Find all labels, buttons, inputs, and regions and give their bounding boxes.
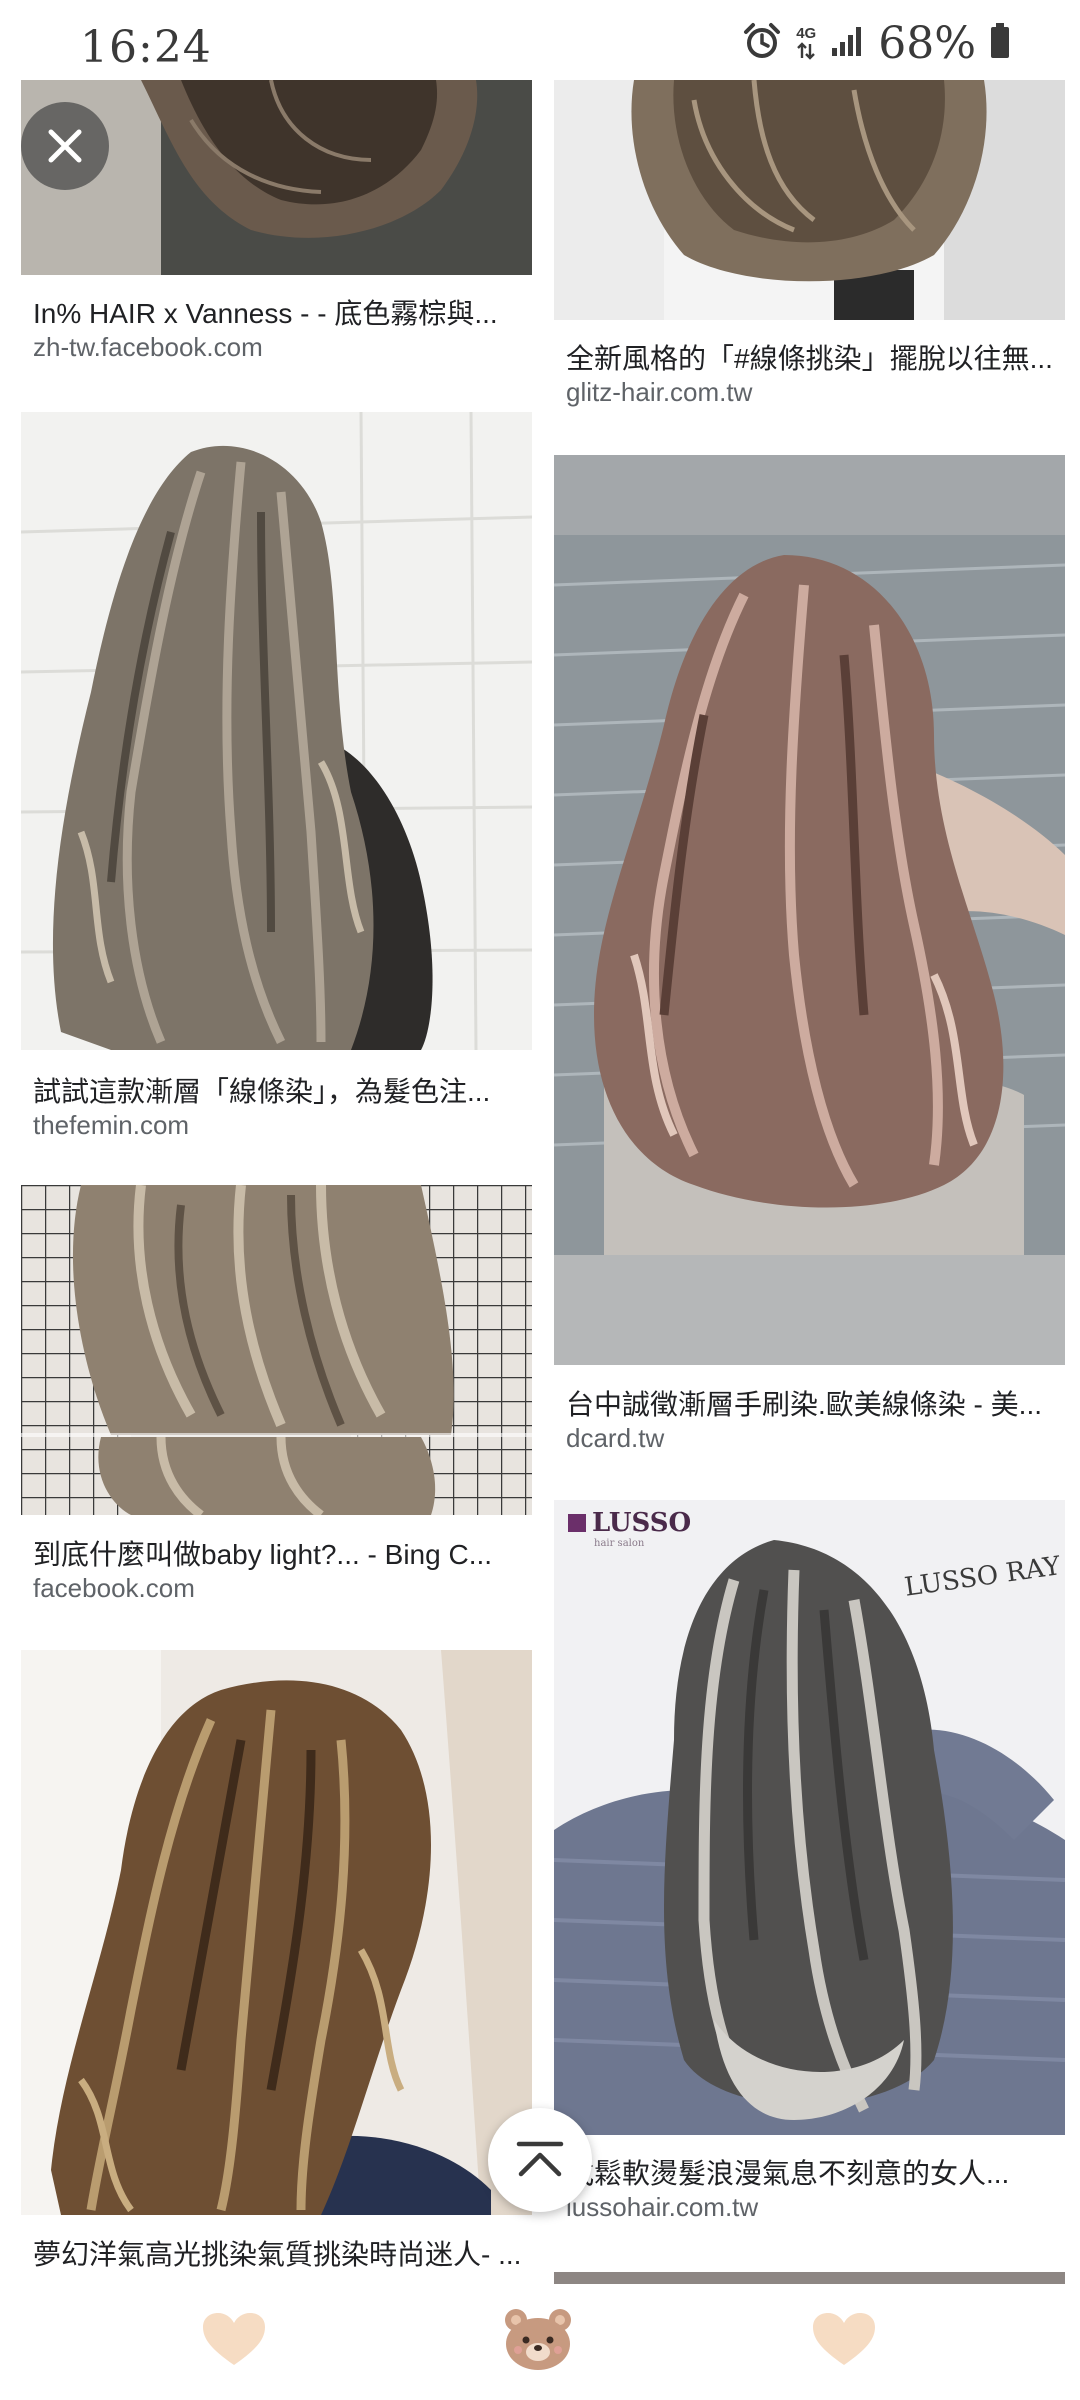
result-source: zh-tw.facebook.com [33, 332, 263, 362]
result-image[interactable] [554, 80, 1065, 320]
result-source: dcard.tw [566, 1423, 665, 1453]
result-image[interactable] [21, 1185, 532, 1515]
close-button[interactable] [21, 102, 109, 190]
close-icon [48, 129, 82, 163]
result-image[interactable] [21, 1650, 532, 2215]
result-card[interactable]: 試試這款漸層「線條染」，為髮色注... thefemin.com [21, 412, 532, 1142]
battery-percent: 68% [878, 17, 976, 69]
status-time: 16:24 [80, 22, 212, 73]
heart-icon [203, 2313, 265, 2365]
result-card[interactable]: 全新風格的「#線條挑染」擺脫以往無... glitz-hair.com.tw [554, 80, 1065, 420]
chevron-up-icon [516, 2141, 564, 2177]
screen: 16:24 4G 68% In% HAIR x Vanness - - 底色霧棕… [0, 0, 1080, 2400]
result-title[interactable]: 試試這款漸層「線條染」，為髮色注... [33, 1070, 523, 1110]
result-image[interactable] [554, 455, 1065, 1365]
result-title[interactable]: 全新風格的「#線條挑染」擺脫以往無... [566, 337, 1056, 377]
result-source: lussohair.com.tw [566, 2192, 759, 2222]
result-image[interactable]: LUSSO hair salon LUSSO RAY [554, 1500, 1065, 2135]
scroll-to-top-button[interactable] [488, 2108, 592, 2212]
result-image[interactable] [554, 2272, 1065, 2284]
result-title[interactable]: 台中誠徵漸層手刷染.歐美線條染 - 美... [566, 1383, 1056, 1423]
bottom-bar [0, 2284, 1080, 2400]
network-type-label: 4G [796, 25, 817, 42]
image-results-grid: In% HAIR x Vanness - - 底色霧棕與... zh-tw.fa… [0, 0, 1080, 2400]
result-card[interactable]: 到底什麼叫做baby light?... - Bing C... faceboo… [21, 1185, 532, 1605]
battery-icon [990, 22, 1010, 64]
result-card[interactable]: 台中誠徵漸層手刷染.歐美線條染 - 美... dcard.tw [554, 455, 1065, 1453]
result-source: glitz-hair.com.tw [566, 377, 753, 407]
status-bar: 16:24 4G 68% [0, 0, 1080, 80]
status-icons: 4G 68% [742, 17, 1010, 69]
result-image[interactable] [21, 80, 532, 275]
result-title[interactable]: In% HAIR x Vanness - - 底色霧棕與... [33, 292, 523, 332]
lusso-logo: LUSSO [592, 1508, 692, 1538]
lusso-subtitle: hair salon [594, 1538, 645, 1549]
result-source: facebook.com [33, 1573, 195, 1603]
result-title[interactable]: 式鬆軟燙髮浪漫氣息不刻意的女人... [566, 2152, 1056, 2192]
result-card[interactable]: LUSSO hair salon LUSSO RAY 式鬆軟燙髮浪漫氣息不刻意的… [554, 1500, 1065, 2240]
heart-icon [813, 2313, 875, 2365]
bottom-bear-button[interactable] [498, 2304, 578, 2374]
result-source: thefemin.com [33, 1110, 190, 1140]
alarm-icon [742, 21, 782, 66]
bottom-heart-right-button[interactable] [804, 2304, 884, 2374]
bear-face-icon [505, 2309, 571, 2370]
result-title[interactable]: 到底什麼叫做baby light?... - Bing C... [33, 1533, 523, 1573]
network-4g-icon: 4G [796, 26, 816, 60]
bottom-heart-left-button[interactable] [194, 2304, 274, 2374]
signal-icon [830, 24, 864, 63]
result-image[interactable] [21, 412, 532, 1050]
result-title[interactable]: 夢幻洋氣高光挑染氣質挑染時尚迷人- ... [33, 2233, 523, 2273]
result-card[interactable]: 夢幻洋氣高光挑染氣質挑染時尚迷人- ... [21, 1650, 532, 2270]
